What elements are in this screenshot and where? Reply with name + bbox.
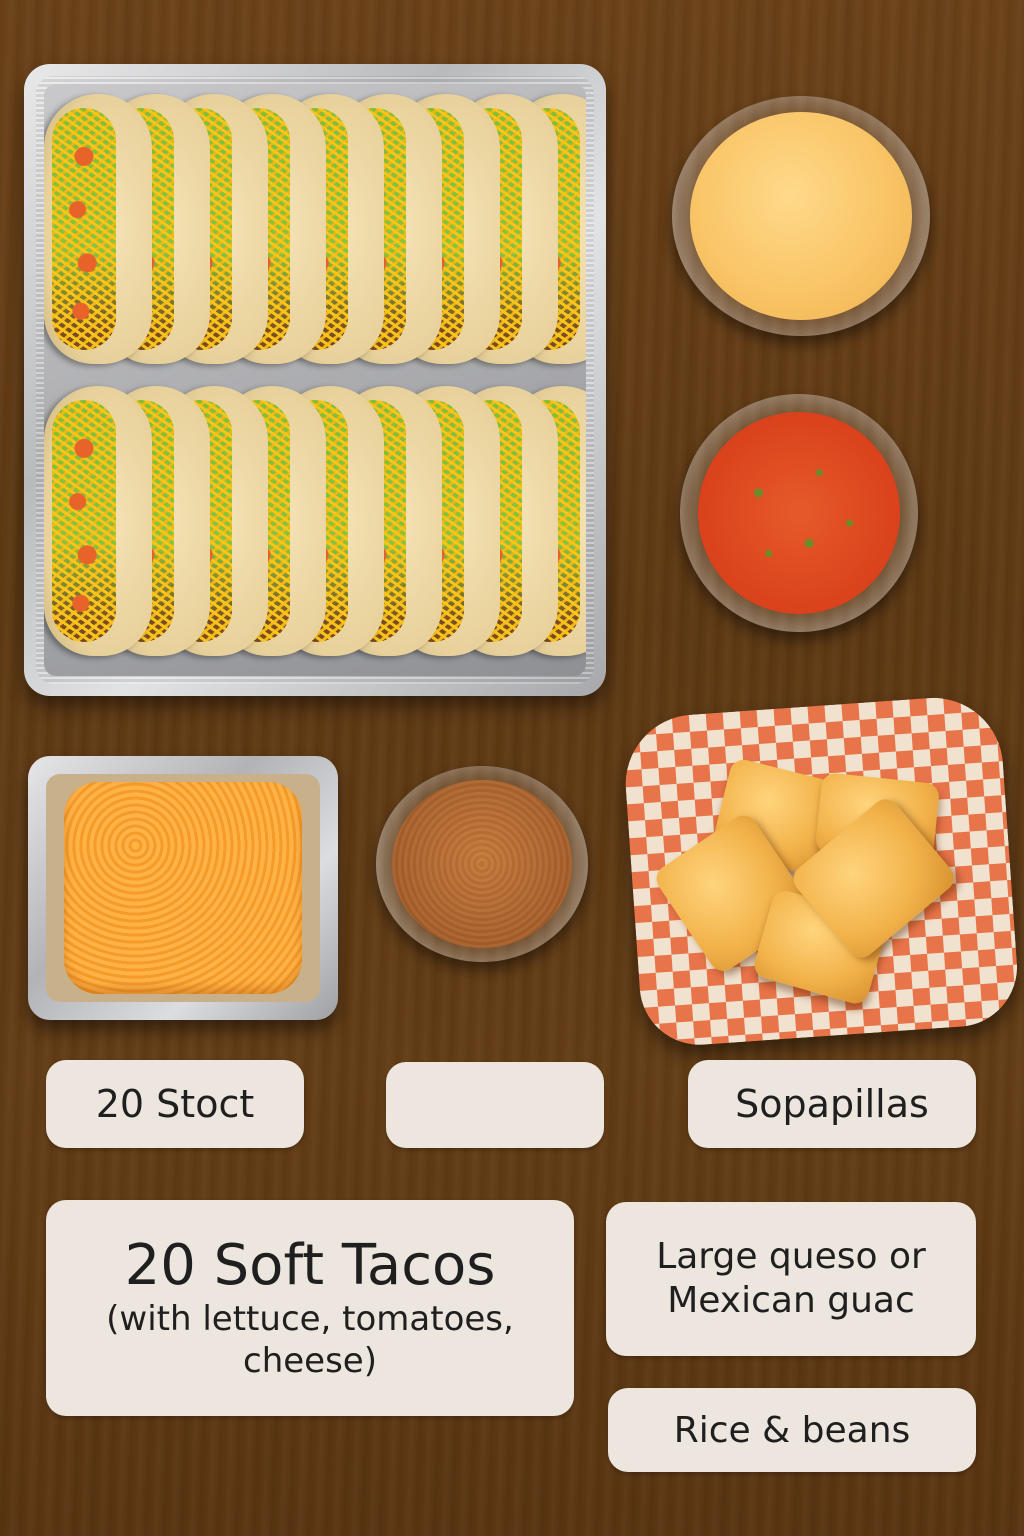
taco [44, 94, 152, 364]
sopapilla-basket [620, 693, 1022, 1049]
taco [44, 386, 152, 656]
label-sopapillas-text: Sopapillas [735, 1082, 929, 1126]
shredded-cheese [64, 782, 302, 994]
label-blank [386, 1062, 604, 1148]
label-rice-beans-text: Rice & beans [673, 1409, 911, 1451]
taco-tray-inner [44, 84, 586, 676]
label-queso-guac: Large queso or Mexican guac [606, 1202, 976, 1356]
cheese-tray [28, 756, 338, 1020]
taco-tray [24, 64, 606, 696]
beans-cup [376, 766, 588, 962]
label-stoct-text: 20 Stoct [95, 1082, 255, 1126]
queso-cup [672, 96, 930, 336]
salsa-cup [680, 394, 918, 632]
label-queso-line1: Large queso or [656, 1236, 926, 1277]
label-sopapillas: Sopapillas [688, 1060, 976, 1148]
label-rice-beans: Rice & beans [608, 1388, 976, 1472]
salsa-fill [698, 412, 900, 614]
label-soft-tacos-title: 20 Soft Tacos [124, 1233, 496, 1298]
label-queso-line2: Mexican guac [667, 1280, 915, 1321]
taco-row-top [44, 94, 586, 370]
beans-fill [392, 780, 572, 948]
label-soft-tacos: 20 Soft Tacos (with lettuce, tomatoes, c… [46, 1200, 574, 1416]
queso-fill [690, 112, 912, 320]
label-stoct: 20 Stoct [46, 1060, 304, 1148]
label-soft-tacos-detail: (with lettuce, tomatoes, cheese) [106, 1299, 514, 1381]
taco-row-bottom [44, 386, 586, 662]
